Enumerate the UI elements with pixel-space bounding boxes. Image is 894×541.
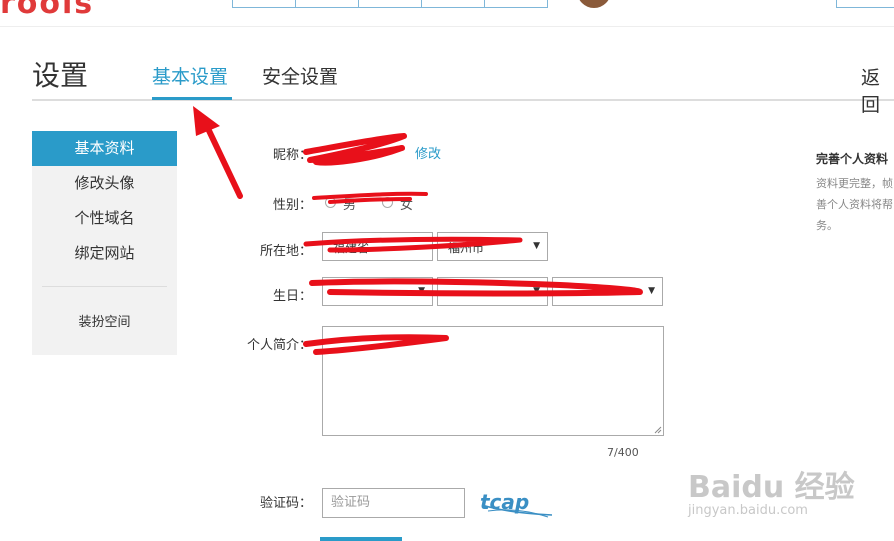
arrow-head bbox=[193, 106, 220, 136]
redaction-scribble bbox=[303, 133, 407, 166]
annotation-overlay bbox=[193, 106, 643, 355]
redaction-scribble bbox=[303, 334, 449, 355]
redaction-scribble bbox=[309, 278, 643, 297]
redaction-scribble bbox=[312, 191, 428, 204]
redaction-scribble bbox=[303, 236, 523, 253]
watermark-url: jingyan.baidu.com bbox=[688, 503, 808, 518]
baidu-watermark: Baidu 经验 bbox=[688, 470, 855, 505]
